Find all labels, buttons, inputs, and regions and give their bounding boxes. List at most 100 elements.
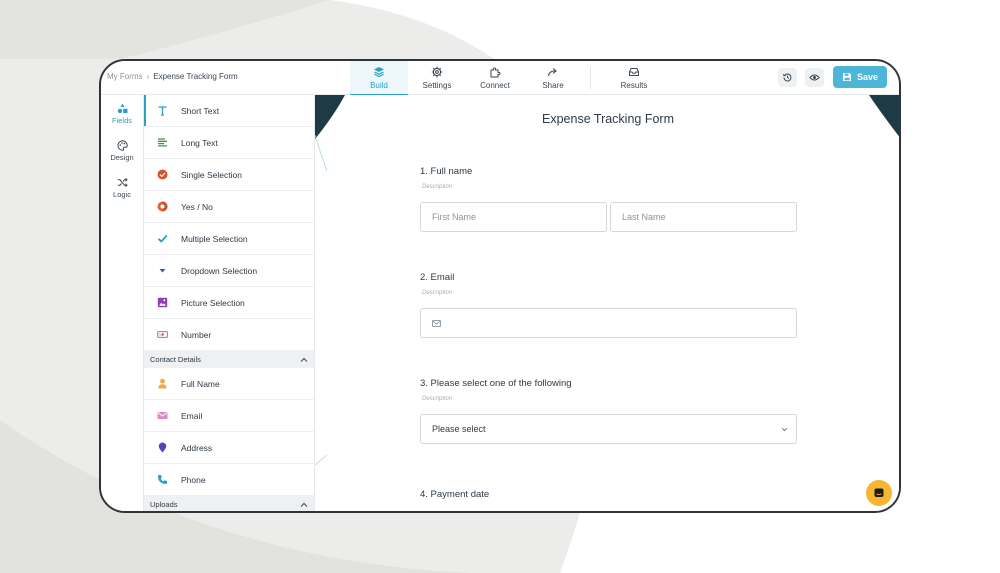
- history-icon: [783, 73, 792, 82]
- rail-item-design-label: Design: [110, 152, 134, 162]
- shuffle-icon: [117, 177, 128, 187]
- envelope-icon: [432, 319, 441, 327]
- last-name-input[interactable]: Last Name: [610, 202, 797, 232]
- left-rail: Fields Design Logic: [101, 95, 144, 511]
- field-short-text[interactable]: Short Text: [144, 95, 314, 127]
- main-tabs: Build Settings Connect Share Results: [350, 61, 663, 96]
- preview-button[interactable]: [805, 68, 824, 87]
- shapes-icon: [117, 103, 127, 113]
- breadcrumb-my-forms[interactable]: My Forms: [107, 72, 143, 81]
- dropdown-value: Please select: [432, 424, 486, 434]
- first-name-placeholder: First Name: [432, 212, 477, 222]
- question-payment-date[interactable]: 4. Payment date: [420, 489, 798, 500]
- field-address[interactable]: Address: [144, 432, 314, 464]
- envelope-icon: [157, 412, 168, 419]
- field-label: Short Text: [181, 105, 220, 116]
- section-contact-details[interactable]: Contact Details: [144, 351, 314, 368]
- field-multiple-selection[interactable]: Multiple Selection: [144, 223, 314, 255]
- yes-no-icon: [157, 201, 168, 212]
- rail-item-fields-label: Fields: [111, 115, 132, 125]
- chevron-up-icon: [300, 357, 308, 362]
- field-number[interactable]: Number: [144, 319, 314, 351]
- field-label: Long Text: [181, 137, 218, 148]
- first-name-input[interactable]: First Name: [420, 202, 607, 232]
- dropdown-icon: [159, 269, 166, 273]
- field-label: Phone: [181, 474, 206, 485]
- layers-icon: [374, 67, 384, 78]
- rail-item-fields[interactable]: Fields: [101, 95, 143, 132]
- tab-results-label: Results: [620, 81, 648, 90]
- question-description: Description: [422, 396, 453, 402]
- field-single-selection[interactable]: Single Selection: [144, 159, 314, 191]
- field-yes-no[interactable]: Yes / No: [144, 191, 314, 223]
- tab-settings-label: Settings: [422, 81, 452, 90]
- tab-connect-label: Connect: [480, 81, 510, 90]
- field-label: Yes / No: [181, 201, 213, 212]
- tabs-divider: [590, 67, 591, 89]
- tab-share-label: Share: [542, 81, 564, 90]
- person-icon: [158, 378, 167, 389]
- paragraph-icon: [158, 138, 167, 147]
- rail-item-logic[interactable]: Logic: [101, 169, 143, 206]
- question-select[interactable]: 3. Please select one of the following De…: [420, 378, 798, 402]
- field-full-name[interactable]: Full Name: [144, 368, 314, 400]
- save-button-label: Save: [856, 72, 879, 82]
- field-label: Dropdown Selection: [181, 265, 258, 276]
- breadcrumb-separator: ›: [146, 72, 150, 81]
- inbox-icon: [629, 68, 639, 76]
- rail-item-design[interactable]: Design: [101, 132, 143, 169]
- section-title: Uploads: [150, 500, 178, 509]
- breadcrumb: My Forms › Expense Tracking Form: [107, 72, 238, 81]
- chevron-down-icon: [781, 427, 788, 431]
- tab-connect[interactable]: Connect: [466, 61, 524, 95]
- tab-share[interactable]: Share: [524, 61, 582, 95]
- question-label: 2. Email: [420, 272, 455, 283]
- field-phone[interactable]: Phone: [144, 464, 314, 496]
- field-picture-selection[interactable]: Picture Selection: [144, 287, 314, 319]
- question-description: Description: [422, 290, 453, 296]
- gear-icon: [431, 66, 443, 78]
- question-label: 4. Payment date: [420, 489, 490, 500]
- puzzle-icon: [490, 67, 501, 78]
- question-label: 3. Please select one of the following: [420, 378, 572, 389]
- tab-build-label: Build: [370, 81, 388, 90]
- field-label: Number: [181, 329, 212, 340]
- text-t-icon: [158, 106, 167, 116]
- section-uploads[interactable]: Uploads: [144, 496, 314, 511]
- breadcrumb-current: Expense Tracking Form: [153, 72, 238, 81]
- save-button[interactable]: Save: [833, 66, 887, 88]
- chevron-up-icon: [300, 502, 308, 507]
- app-window: My Forms › Expense Tracking Form Build S…: [99, 59, 901, 513]
- share-arrow-icon: [547, 68, 557, 77]
- field-label: Multiple Selection: [181, 233, 248, 244]
- chat-support-button[interactable]: [866, 480, 892, 506]
- field-label: Single Selection: [181, 169, 242, 180]
- floppy-disk-icon: [842, 73, 851, 81]
- field-label: Picture Selection: [181, 297, 245, 308]
- chat-bubble-icon: [874, 488, 884, 497]
- top-bar: My Forms › Expense Tracking Form Build S…: [101, 61, 899, 96]
- tab-results[interactable]: Results: [605, 61, 663, 95]
- field-long-text[interactable]: Long Text: [144, 127, 314, 159]
- corner-decoration-left: [315, 95, 345, 466]
- please-select-dropdown[interactable]: Please select: [420, 414, 797, 444]
- field-label: Full Name: [181, 378, 220, 389]
- field-email[interactable]: Email: [144, 400, 314, 432]
- rail-item-logic-label: Logic: [113, 189, 131, 199]
- field-label: Address: [181, 442, 213, 453]
- section-title: Contact Details: [150, 355, 201, 364]
- field-label: Email: [181, 410, 203, 421]
- last-name-placeholder: Last Name: [622, 212, 666, 222]
- history-button[interactable]: [778, 68, 797, 87]
- radio-check-icon: [157, 169, 168, 180]
- phone-icon: [158, 475, 167, 484]
- email-input[interactable]: [420, 308, 797, 338]
- tab-build[interactable]: Build: [350, 61, 408, 96]
- question-email[interactable]: 2. Email Description: [420, 272, 798, 296]
- form-title[interactable]: Expense Tracking Form: [315, 112, 899, 126]
- tab-settings[interactable]: Settings: [408, 61, 466, 95]
- field-dropdown-selection[interactable]: Dropdown Selection: [144, 255, 314, 287]
- question-description: Description: [422, 184, 453, 190]
- question-full-name[interactable]: 1. Full name Description: [420, 166, 798, 190]
- picture-icon: [157, 297, 168, 308]
